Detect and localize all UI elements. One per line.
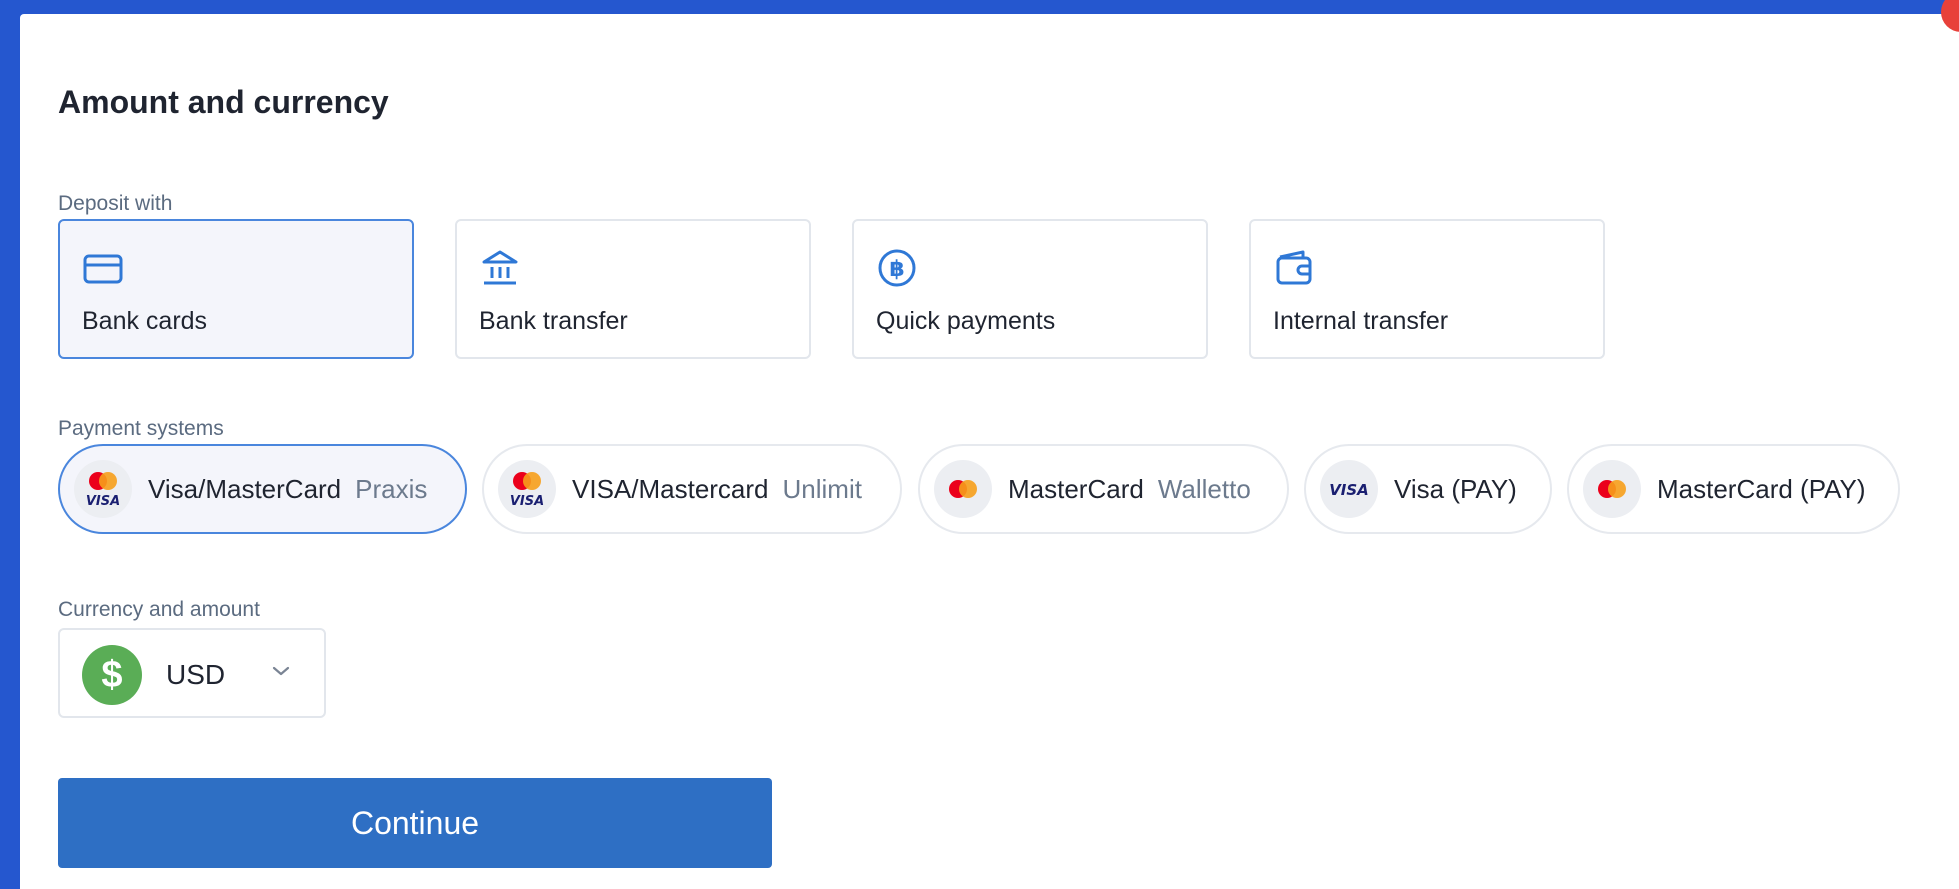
payment-system-name: Visa/MasterCard [148, 473, 342, 504]
visa-mastercard-logo: VISA [74, 460, 132, 518]
deposit-panel: Amount and currency Deposit with Bank ca… [20, 0, 1959, 889]
method-quick-payments[interactable]: ฿ Quick payments [852, 219, 1208, 359]
continue-button[interactable]: Continue [58, 778, 772, 868]
visa-logo: VISA [1320, 460, 1378, 518]
credit-card-icon [83, 254, 123, 284]
deposit-with-label: Deposit with [58, 192, 173, 215]
svg-text:VISA: VISA [86, 494, 120, 509]
payment-systems-label: Payment systems [58, 417, 224, 440]
currency-label: Currency and amount [58, 598, 260, 621]
payment-system-mastercard-walletto[interactable]: MasterCard Walletto [918, 444, 1289, 534]
method-label: Bank transfer [479, 307, 628, 335]
visa-mastercard-logo: VISA [498, 460, 556, 518]
currency-select[interactable]: $ USD [58, 628, 326, 718]
mastercard-logo [934, 460, 992, 518]
method-bank-cards[interactable]: Bank cards [58, 219, 414, 359]
method-label: Quick payments [876, 307, 1056, 335]
payment-system-name: VISA/Mastercard [572, 473, 769, 504]
payment-system-provider: Praxis [355, 473, 428, 504]
svg-text:VISA: VISA [1329, 481, 1369, 499]
svg-text:฿: ฿ [889, 257, 904, 282]
page-title: Amount and currency [58, 84, 389, 120]
payment-system-visa-mastercard-unlimit[interactable]: VISA VISA/Mastercard Unlimit [482, 444, 902, 534]
method-label: Bank cards [82, 307, 208, 335]
payment-system-visa-mastercard-praxis[interactable]: VISA Visa/MasterCard Praxis [58, 444, 467, 534]
svg-text:VISA: VISA [510, 494, 544, 509]
payment-system-name: MasterCard [1008, 473, 1144, 504]
payment-system-provider: Walletto [1157, 473, 1251, 504]
bitcoin-icon: ฿ [878, 249, 916, 287]
payment-system-name: Visa (PAY) [1394, 473, 1517, 504]
wallet-icon [1276, 250, 1312, 285]
payment-system-name: MasterCard (PAY) [1657, 473, 1866, 504]
currency-code: USD [166, 659, 226, 690]
payment-system-mastercard-pay[interactable]: MasterCard (PAY) [1567, 444, 1900, 534]
notification-dot [1941, 0, 1959, 32]
method-internal-transfer[interactable]: Internal transfer [1249, 219, 1605, 359]
method-bank-transfer[interactable]: Bank transfer [455, 219, 811, 359]
dollar-coin-icon: $ [82, 645, 142, 705]
bank-icon [482, 250, 518, 285]
chevron-down-icon [272, 666, 290, 676]
payment-system-provider: Unlimit [782, 473, 862, 504]
mastercard-logo [1583, 460, 1641, 518]
payment-system-visa-pay[interactable]: VISA Visa (PAY) [1304, 444, 1552, 534]
method-label: Internal transfer [1273, 307, 1449, 335]
